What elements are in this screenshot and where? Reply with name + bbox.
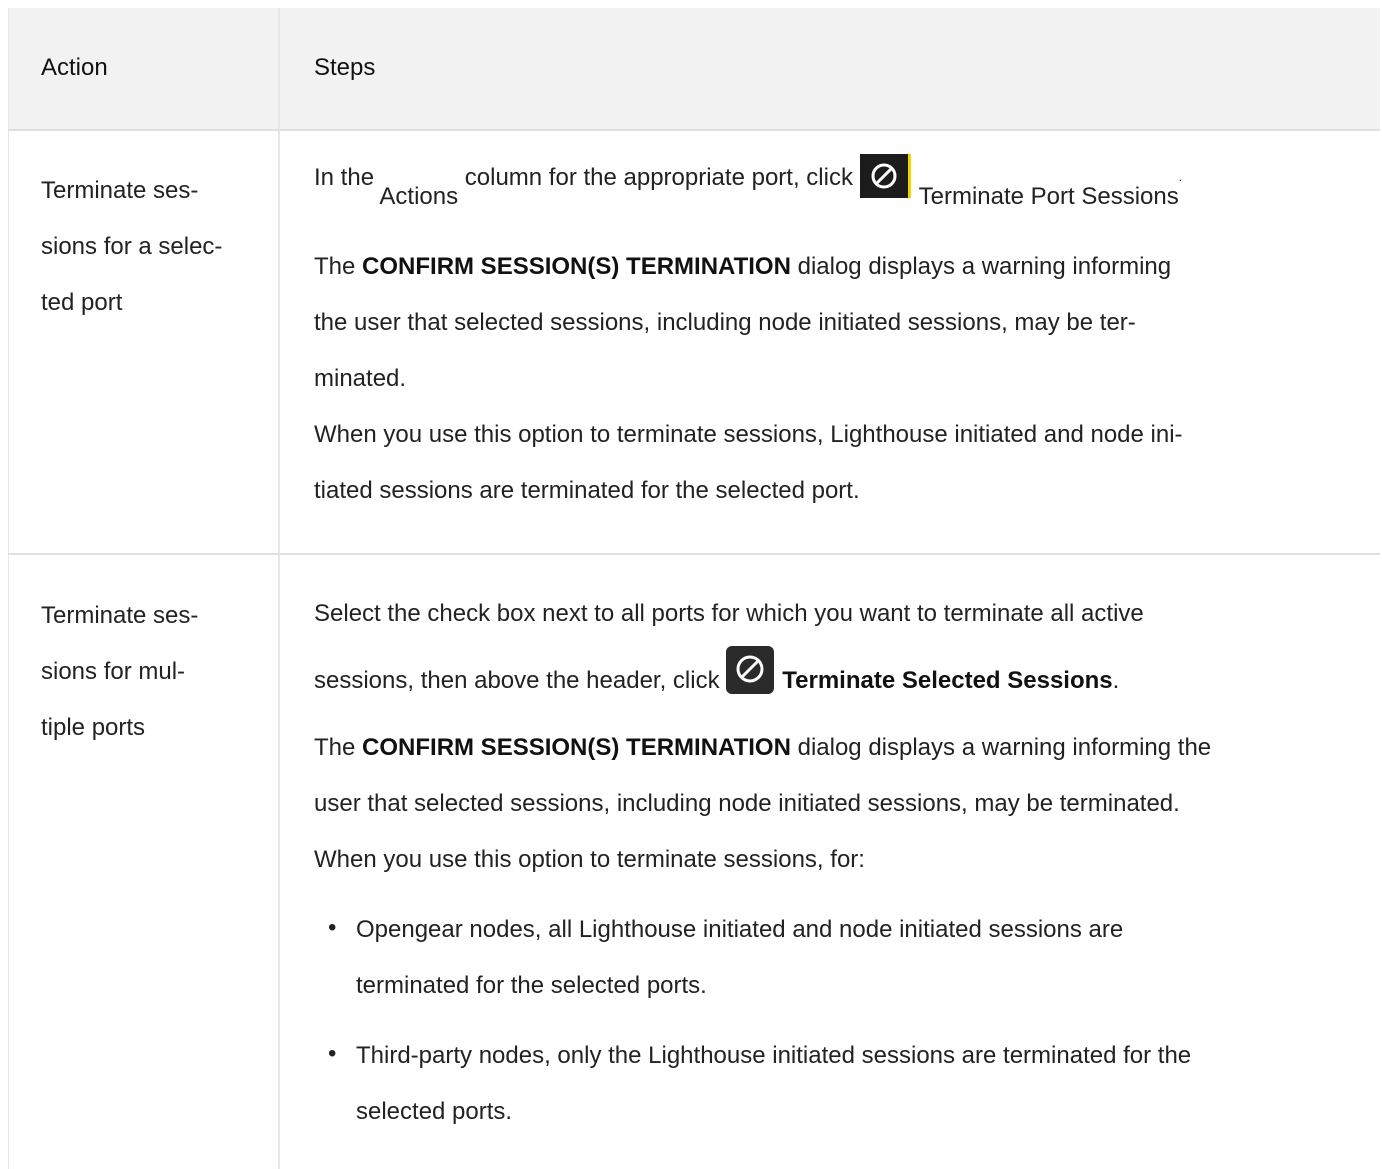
row1-para2-line2: tiated sessions are terminated for the s… [314, 477, 860, 504]
bullet2-line1: Third-party nodes, only the Lighthouse i… [356, 1042, 1192, 1069]
header-steps: Steps [314, 54, 376, 81]
row1-step1: In the Actions column for the appropriat… [314, 154, 1182, 210]
row1-para1-line1: The CONFIRM SESSION(S) TERMINATION dialo… [314, 253, 1172, 280]
row2-step1-line2: sessions, then above the header, click T… [314, 646, 1119, 694]
row1-para2-line1: When you use this option to terminate se… [314, 421, 1183, 448]
bullet-dot: • [328, 1040, 337, 1067]
bullet-dot: • [328, 914, 337, 941]
row1-para1-line3: minated. [314, 365, 407, 392]
actions-label: Actions [379, 183, 459, 210]
terminate-port-sessions-label: Terminate Port Sessions [918, 183, 1179, 210]
table-header [8, 8, 1380, 129]
header-action: Action [41, 54, 108, 81]
row2-para1-line1: The CONFIRM SESSION(S) TERMINATION dialo… [314, 734, 1212, 761]
row2-action: Terminate ses- sions for mul- tiple port… [41, 588, 271, 756]
row1-action-line: ted port [41, 289, 123, 316]
row2-action-line: tiple ports [41, 714, 146, 741]
terminate-selected-sessions-label: Terminate Selected Sessions [782, 667, 1113, 694]
row-divider [8, 553, 1380, 555]
bullet1-line1: Opengear nodes, all Lighthouse initiated… [356, 916, 1124, 943]
dialog-name: CONFIRM SESSION(S) TERMINATION [362, 253, 791, 280]
block-icon [859, 154, 911, 198]
steps-table: Action Steps Terminate ses- sions for a … [8, 8, 1380, 1169]
row2-para1-line2: user that selected sessions, including n… [314, 790, 1180, 817]
block-icon [726, 646, 775, 694]
row2-action-line: Terminate ses- [41, 602, 199, 629]
row2-action-line: sions for mul- [41, 658, 186, 685]
bullet2-line2: selected ports. [356, 1098, 513, 1125]
header-divider [8, 129, 1380, 131]
row2-para2: When you use this option to terminate se… [314, 846, 865, 873]
bullet1-line2: terminated for the selected ports. [356, 972, 707, 999]
dialog-name: CONFIRM SESSION(S) TERMINATION [362, 734, 791, 761]
row1-action-line: Terminate ses- [41, 177, 199, 204]
column-divider [278, 8, 280, 1169]
row1-para1-line2: the user that selected sessions, includi… [314, 309, 1136, 336]
row1-action: Terminate ses- sions for a selec- ted po… [41, 163, 271, 331]
row1-action-line: sions for a selec- [41, 233, 223, 260]
row2-step1-line1: Select the check box next to all ports f… [314, 600, 1144, 627]
table-left-border [8, 8, 9, 1169]
